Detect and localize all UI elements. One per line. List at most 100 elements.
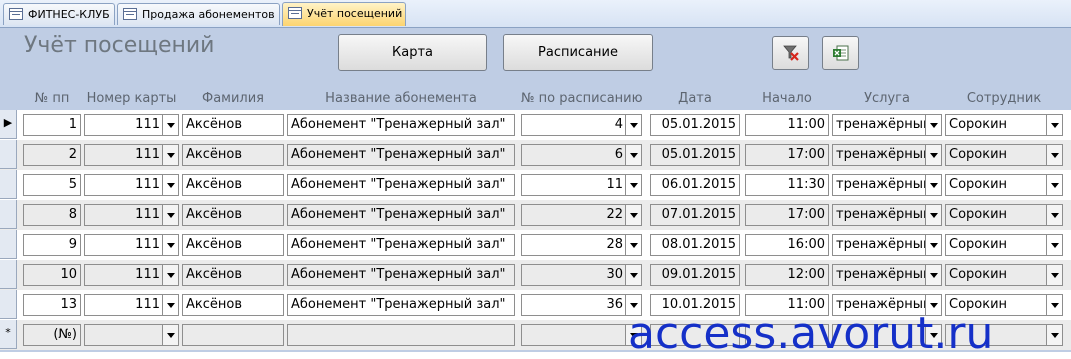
schedule-button[interactable]: Расписание: [503, 34, 653, 71]
tab-fitness-club[interactable]: ФИТНЕС-КЛУБ: [3, 3, 115, 25]
service-combo[interactable]: тренажёрный: [832, 144, 942, 166]
clear-filter-button[interactable]: [772, 36, 809, 70]
pp-field[interactable]: 2: [23, 144, 81, 166]
card-number-combo[interactable]: 111: [84, 204, 179, 226]
staff-combo[interactable]: Сорокин: [945, 234, 1063, 256]
export-excel-button[interactable]: [822, 36, 859, 70]
card-number-combo[interactable]: 111: [84, 294, 179, 316]
subscription-field[interactable]: Абонемент "Тренажерный зал": [287, 264, 515, 286]
chevron-down-icon[interactable]: [1046, 325, 1062, 345]
date-field[interactable]: 08.01.2015: [650, 234, 740, 256]
schedule-no-combo[interactable]: 6: [521, 144, 642, 166]
chevron-down-icon[interactable]: [162, 295, 178, 315]
start-time-field[interactable]: 16:00: [745, 234, 829, 256]
card-number-combo[interactable]: 111: [84, 234, 179, 256]
schedule-no-combo[interactable]: 28: [521, 234, 642, 256]
start-time-field[interactable]: 17:00: [745, 204, 829, 226]
card-number-combo[interactable]: [84, 324, 179, 346]
date-field[interactable]: 07.01.2015: [650, 204, 740, 226]
card-number-combo[interactable]: 111: [84, 114, 179, 136]
chevron-down-icon[interactable]: [1046, 175, 1062, 195]
subscription-field[interactable]: Абонемент "Тренажерный зал": [287, 204, 515, 226]
record-selector[interactable]: [0, 230, 17, 259]
service-combo[interactable]: тренажёрный: [832, 114, 942, 136]
chevron-down-icon[interactable]: [925, 235, 941, 255]
schedule-no-combo[interactable]: 11: [521, 174, 642, 196]
chevron-down-icon[interactable]: [925, 115, 941, 135]
chevron-down-icon[interactable]: [625, 115, 641, 135]
chevron-down-icon[interactable]: [625, 145, 641, 165]
record-selector[interactable]: [0, 200, 17, 229]
schedule-no-combo[interactable]: 4: [521, 114, 642, 136]
card-number-combo[interactable]: 111: [84, 174, 179, 196]
chevron-down-icon[interactable]: [625, 205, 641, 225]
date-field[interactable]: 09.01.2015: [650, 264, 740, 286]
chevron-down-icon[interactable]: [162, 145, 178, 165]
pp-field[interactable]: 10: [23, 264, 81, 286]
surname-field[interactable]: Аксёнов: [182, 204, 284, 226]
chevron-down-icon[interactable]: [925, 175, 941, 195]
subscription-field[interactable]: Абонемент "Тренажерный зал": [287, 174, 515, 196]
schedule-no-combo[interactable]: 30: [521, 264, 642, 286]
staff-combo[interactable]: Сорокин: [945, 204, 1063, 226]
start-time-field[interactable]: 12:00: [745, 264, 829, 286]
chevron-down-icon[interactable]: [1046, 265, 1062, 285]
service-combo[interactable]: тренажёрный: [832, 264, 942, 286]
card-button[interactable]: Карта: [338, 34, 487, 71]
tab-visit-log[interactable]: Учёт посещений: [282, 2, 406, 26]
card-number-combo[interactable]: 111: [84, 144, 179, 166]
chevron-down-icon[interactable]: [162, 325, 178, 345]
staff-combo[interactable]: Сорокин: [945, 114, 1063, 136]
record-selector[interactable]: [0, 170, 17, 199]
service-combo[interactable]: тренажёрный: [832, 234, 942, 256]
staff-combo[interactable]: Сорокин: [945, 174, 1063, 196]
record-selector[interactable]: *: [0, 320, 17, 349]
schedule-no-combo[interactable]: 22: [521, 204, 642, 226]
chevron-down-icon[interactable]: [925, 205, 941, 225]
tab-subscription-sales[interactable]: Продажа абонементов: [117, 3, 280, 25]
chevron-down-icon[interactable]: [1046, 115, 1062, 135]
chevron-down-icon[interactable]: [925, 145, 941, 165]
subscription-field[interactable]: [287, 324, 515, 346]
date-field[interactable]: 05.01.2015: [650, 144, 740, 166]
surname-field[interactable]: Аксёнов: [182, 114, 284, 136]
chevron-down-icon[interactable]: [925, 265, 941, 285]
date-field[interactable]: 06.01.2015: [650, 174, 740, 196]
pp-field[interactable]: 13: [23, 294, 81, 316]
pp-field[interactable]: 1: [23, 114, 81, 136]
chevron-down-icon[interactable]: [1046, 235, 1062, 255]
chevron-down-icon[interactable]: [625, 265, 641, 285]
date-field[interactable]: 05.01.2015: [650, 114, 740, 136]
chevron-down-icon[interactable]: [162, 175, 178, 195]
record-selector[interactable]: [0, 290, 17, 319]
surname-field[interactable]: Аксёнов: [182, 264, 284, 286]
staff-combo[interactable]: Сорокин: [945, 264, 1063, 286]
chevron-down-icon[interactable]: [162, 235, 178, 255]
pp-field[interactable]: 5: [23, 174, 81, 196]
card-number-combo[interactable]: 111: [84, 264, 179, 286]
chevron-down-icon[interactable]: [1046, 205, 1062, 225]
subscription-field[interactable]: Абонемент "Тренажерный зал": [287, 144, 515, 166]
staff-combo[interactable]: Сорокин: [945, 144, 1063, 166]
pp-field[interactable]: 8: [23, 204, 81, 226]
service-combo[interactable]: тренажёрный: [832, 174, 942, 196]
surname-field[interactable]: Аксёнов: [182, 234, 284, 256]
chevron-down-icon[interactable]: [162, 265, 178, 285]
pp-field[interactable]: (№): [23, 324, 81, 346]
subscription-field[interactable]: Абонемент "Тренажерный зал": [287, 234, 515, 256]
record-selector[interactable]: [0, 260, 17, 289]
chevron-down-icon[interactable]: [1046, 295, 1062, 315]
chevron-down-icon[interactable]: [162, 115, 178, 135]
surname-field[interactable]: [182, 324, 284, 346]
start-time-field[interactable]: 11:00: [745, 114, 829, 136]
start-time-field[interactable]: 11:30: [745, 174, 829, 196]
chevron-down-icon[interactable]: [625, 175, 641, 195]
start-time-field[interactable]: 17:00: [745, 144, 829, 166]
record-selector[interactable]: [0, 140, 17, 169]
surname-field[interactable]: Аксёнов: [182, 174, 284, 196]
subscription-field[interactable]: Абонемент "Тренажерный зал": [287, 294, 515, 316]
schedule-no-combo[interactable]: [521, 324, 642, 346]
service-combo[interactable]: тренажёрный: [832, 204, 942, 226]
schedule-no-combo[interactable]: 36: [521, 294, 642, 316]
subscription-field[interactable]: Абонемент "Тренажерный зал": [287, 114, 515, 136]
